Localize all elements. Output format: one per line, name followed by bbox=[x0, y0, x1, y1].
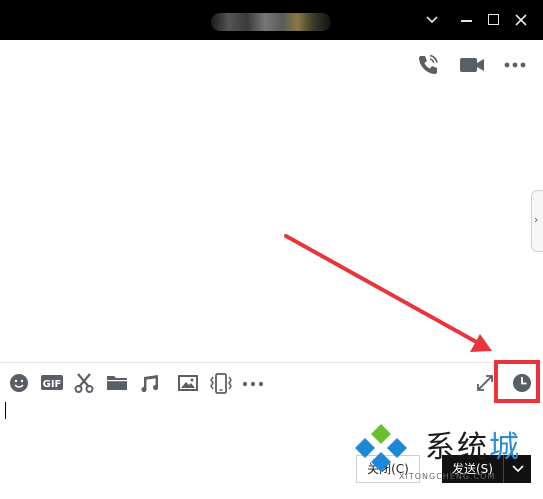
chevron-down-icon[interactable] bbox=[421, 10, 443, 30]
watermark-subtext: XITONGCHENG.COM bbox=[399, 472, 496, 481]
toolbar-divider bbox=[0, 362, 543, 363]
video-camera-icon[interactable] bbox=[458, 53, 484, 79]
chevron-right-icon: › bbox=[534, 213, 539, 226]
music-icon[interactable] bbox=[140, 372, 162, 394]
watermark-text-b: 城 bbox=[489, 430, 521, 465]
watermark-logo: 系统城 XITONGCHENG.COM bbox=[345, 420, 543, 495]
screenshot-scissors-icon[interactable] bbox=[73, 372, 95, 394]
shake-window-icon[interactable] bbox=[208, 372, 234, 394]
emoji-icon[interactable] bbox=[8, 372, 30, 394]
watermark-text-a: 系统 bbox=[425, 430, 489, 465]
image-icon[interactable] bbox=[176, 372, 200, 394]
text-caret bbox=[5, 402, 6, 419]
title-bar bbox=[0, 0, 543, 40]
phone-icon[interactable] bbox=[415, 52, 441, 78]
more-options-icon[interactable] bbox=[502, 52, 528, 78]
side-panel-toggle[interactable]: › bbox=[531, 190, 543, 252]
gif-icon[interactable]: GIF bbox=[40, 372, 64, 394]
watermark-text: 系统城 bbox=[425, 422, 521, 466]
more-tools-icon[interactable] bbox=[241, 372, 265, 394]
maximize-button[interactable] bbox=[483, 10, 505, 30]
expand-icon[interactable] bbox=[474, 372, 496, 394]
message-toolbar: GIF bbox=[0, 368, 543, 396]
minimize-button[interactable] bbox=[456, 10, 478, 30]
folder-icon[interactable] bbox=[105, 372, 129, 394]
window-title-blurred bbox=[211, 13, 331, 31]
gif-label: GIF bbox=[43, 379, 62, 390]
close-window-button[interactable] bbox=[510, 10, 532, 30]
diamond-logo-icon bbox=[355, 424, 407, 472]
chat-message-area bbox=[0, 40, 543, 360]
